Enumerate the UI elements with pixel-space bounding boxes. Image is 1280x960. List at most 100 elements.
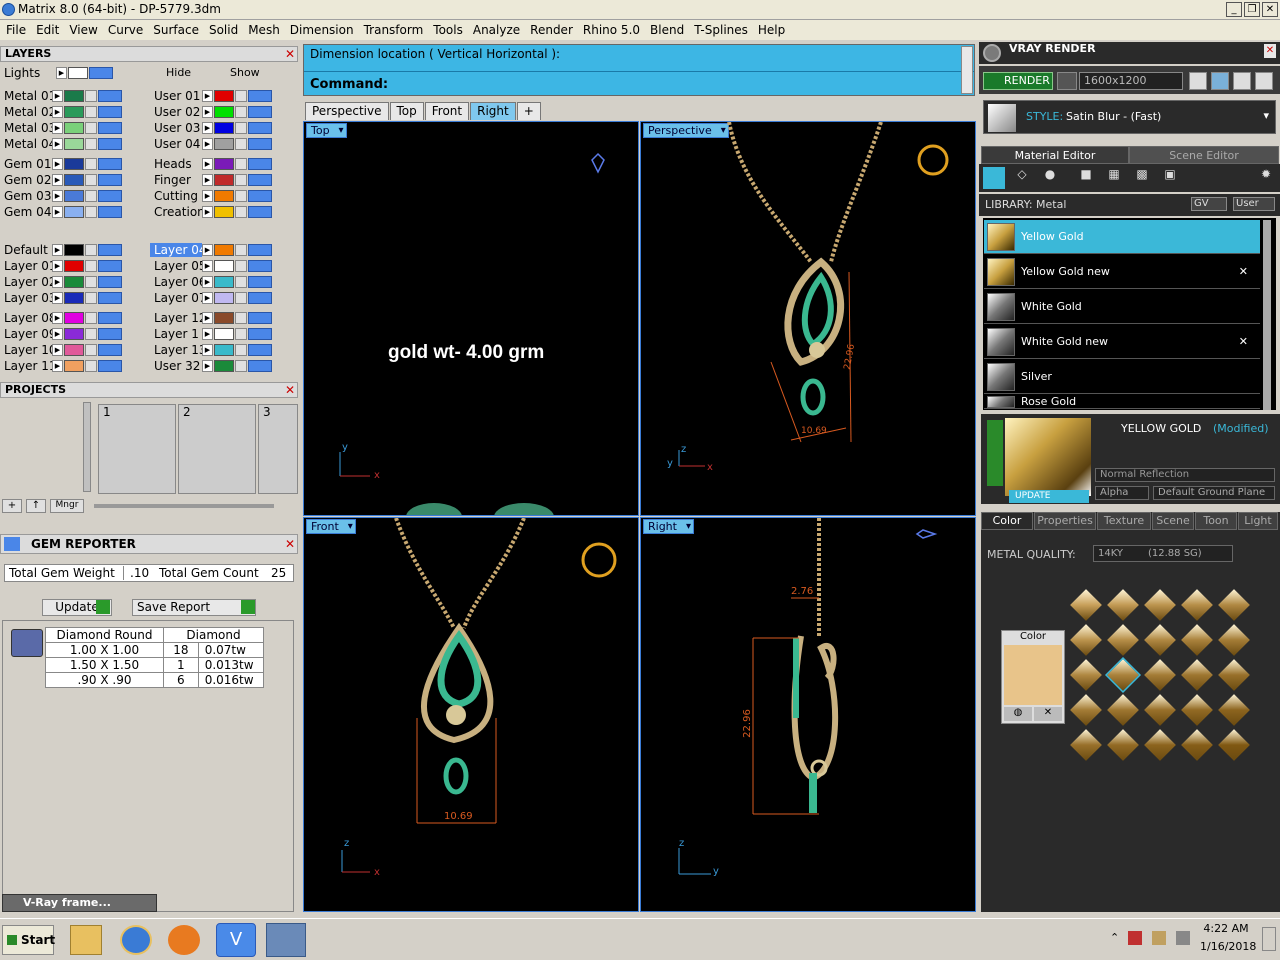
menu-edit[interactable]: Edit: [36, 23, 59, 37]
lock-icon[interactable]: [235, 343, 247, 356]
network-icon[interactable]: [1152, 931, 1166, 945]
visibility-icon[interactable]: [98, 121, 122, 134]
diamond-icon[interactable]: ◇: [1011, 167, 1033, 189]
layer-row[interactable]: User 32 ▶: [150, 358, 295, 373]
layer-name[interactable]: Layer 10: [0, 343, 52, 357]
menu-blend[interactable]: Blend: [650, 23, 684, 37]
layer-color-swatch[interactable]: [64, 291, 84, 304]
layer-row[interactable]: Layer 09 ▶: [0, 326, 145, 341]
layer-color-swatch[interactable]: [64, 205, 84, 218]
layer-row[interactable]: Layer 03 ▶: [0, 290, 145, 305]
tab-top[interactable]: Top: [389, 102, 424, 120]
visibility-icon[interactable]: [98, 327, 122, 340]
material-item-white-gold-new[interactable]: White Gold new ✕: [984, 325, 1260, 359]
save-report-button[interactable]: Save Report: [132, 599, 256, 616]
layer-color-swatch[interactable]: [214, 121, 234, 134]
layer-name[interactable]: Layer 07: [150, 291, 202, 305]
expand-arrow-icon[interactable]: ▶: [202, 173, 213, 186]
layer-name[interactable]: Default: [0, 243, 52, 257]
image-viewer-icon[interactable]: [266, 923, 306, 957]
material-item-silver[interactable]: Silver: [984, 360, 1260, 394]
tab-light[interactable]: Light: [1238, 512, 1278, 530]
lock-icon[interactable]: [85, 105, 97, 118]
hide-toggle[interactable]: Hide: [164, 66, 220, 80]
layer-row[interactable]: Layer 04 ▶: [150, 242, 295, 257]
layer-color-swatch[interactable]: [64, 243, 84, 256]
visibility-icon[interactable]: [248, 173, 272, 186]
lock-icon[interactable]: [235, 89, 247, 102]
style-select[interactable]: STYLE: Satin Blur - (Fast) ▾: [983, 100, 1276, 134]
tab-toon[interactable]: Toon: [1195, 512, 1237, 530]
layer-color-swatch[interactable]: [214, 105, 234, 118]
visibility-icon[interactable]: [98, 343, 122, 356]
expand-arrow-icon[interactable]: ▶: [202, 243, 213, 256]
expand-arrow-icon[interactable]: ▶: [202, 189, 213, 202]
layer-color-swatch[interactable]: [214, 343, 234, 356]
visibility-icon[interactable]: [98, 89, 122, 102]
lock-icon[interactable]: [235, 243, 247, 256]
layer-color-swatch[interactable]: [214, 205, 234, 218]
layer-color-swatch[interactable]: [214, 243, 234, 256]
layer-color-swatch[interactable]: [214, 157, 234, 170]
lock-icon[interactable]: [235, 259, 247, 272]
tab-scene-editor[interactable]: Scene Editor: [1129, 146, 1279, 164]
layer-name[interactable]: User 04: [150, 137, 202, 151]
layer-name[interactable]: User 02: [150, 105, 202, 119]
visibility-icon[interactable]: [98, 291, 122, 304]
toggle-icon[interactable]: [89, 67, 113, 79]
image-icon[interactable]: [1211, 72, 1229, 90]
layer-row[interactable]: Layer 05 ▶: [150, 258, 295, 273]
lock-icon[interactable]: [85, 259, 97, 272]
lock-icon[interactable]: [85, 275, 97, 288]
browser-icon[interactable]: [120, 925, 152, 955]
clock-time[interactable]: 4:22 AM: [1200, 922, 1252, 935]
pattern-icon[interactable]: ▦: [1103, 167, 1125, 189]
lock-icon[interactable]: [85, 243, 97, 256]
layer-name[interactable]: User 32: [150, 359, 202, 373]
menu-solid[interactable]: Solid: [209, 23, 238, 37]
tab-scene[interactable]: Scene: [1152, 512, 1194, 530]
delete-icon[interactable]: ✕: [1239, 265, 1248, 278]
viewport-front[interactable]: Front 10.69 z x: [303, 517, 639, 912]
visibility-icon[interactable]: [248, 343, 272, 356]
menu-mesh[interactable]: Mesh: [248, 23, 280, 37]
close-icon[interactable]: ✕: [285, 537, 295, 551]
layer-name[interactable]: Layer 09: [0, 327, 52, 341]
lock-icon[interactable]: [85, 359, 97, 372]
lock-icon[interactable]: [85, 291, 97, 304]
tray-expand-icon[interactable]: ⌃: [1110, 931, 1119, 944]
layer-color-swatch[interactable]: [214, 259, 234, 272]
rewind-icon[interactable]: [1189, 72, 1207, 90]
visibility-icon[interactable]: [248, 105, 272, 118]
visibility-icon[interactable]: [248, 243, 272, 256]
lock-icon[interactable]: [85, 311, 97, 324]
expand-arrow-icon[interactable]: ▶: [52, 327, 63, 340]
start-button[interactable]: Start: [2, 925, 55, 955]
visibility-icon[interactable]: [98, 243, 122, 256]
render-region-icon[interactable]: [1057, 72, 1077, 90]
layer-name[interactable]: Finger: [150, 173, 202, 187]
visibility-icon[interactable]: [248, 121, 272, 134]
square-icon[interactable]: ■: [1075, 167, 1097, 189]
tab-front[interactable]: Front: [424, 102, 470, 120]
lock-icon[interactable]: [85, 89, 97, 102]
tab-color[interactable]: Color: [981, 512, 1033, 530]
expand-arrow-icon[interactable]: ▶: [202, 105, 213, 118]
menu-file[interactable]: File: [6, 23, 26, 37]
expand-arrow-icon[interactable]: ▶: [52, 105, 63, 118]
visibility-icon[interactable]: [248, 157, 272, 170]
layer-name[interactable]: Layer 04: [150, 242, 202, 257]
menu-tsplines[interactable]: T-Splines: [694, 23, 748, 37]
visibility-icon[interactable]: [248, 137, 272, 150]
lock-icon[interactable]: [85, 137, 97, 150]
layer-row[interactable]: Metal 03 ▶: [0, 120, 145, 135]
layer-row[interactable]: User 02 ▶: [150, 104, 295, 119]
layer-name[interactable]: Layer 1: [150, 327, 202, 341]
layer-color-swatch[interactable]: [214, 311, 234, 324]
visibility-icon[interactable]: [98, 137, 122, 150]
close-icon[interactable]: ✕: [1264, 44, 1276, 58]
layer-color-swatch[interactable]: [64, 121, 84, 134]
layer-color-swatch[interactable]: [64, 275, 84, 288]
color-swatch[interactable]: [1004, 645, 1062, 705]
layer-color-swatch[interactable]: [64, 189, 84, 202]
